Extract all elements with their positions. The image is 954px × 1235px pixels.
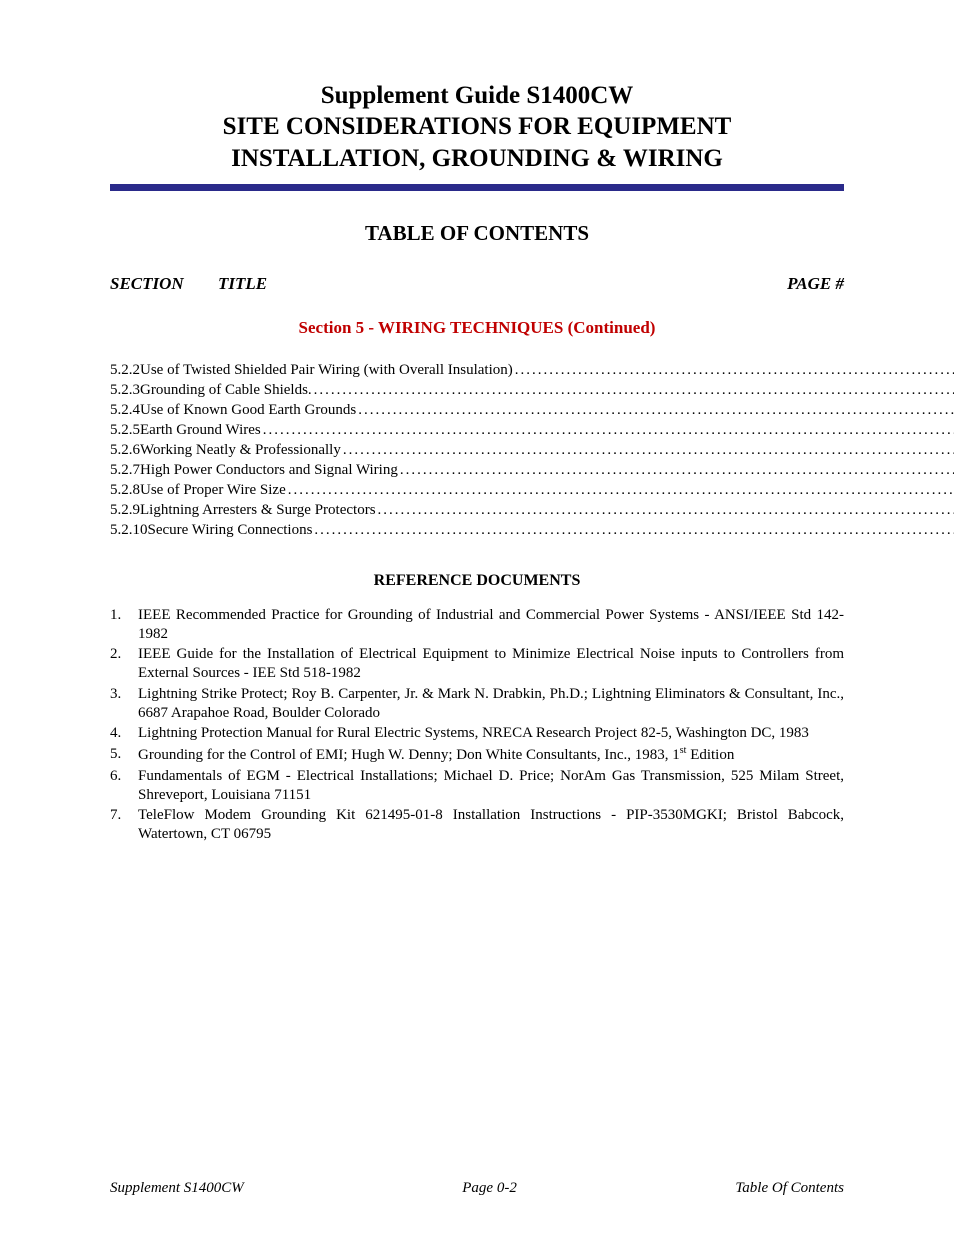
references-list: 1.IEEE Recommended Practice for Groundin…	[110, 606, 844, 846]
footer-center: Page 0-2	[462, 1180, 517, 1197]
reference-number: 7.	[110, 806, 138, 844]
toc-leader	[513, 362, 954, 379]
reference-text: TeleFlow Modem Grounding Kit 621495-01-8…	[138, 806, 844, 844]
toc-entry: Secure Wiring Connections5-5	[148, 522, 954, 539]
toc-row: 5.2.4Use of Known Good Earth Grounds5-3	[110, 402, 844, 419]
references-heading: REFERENCE DOCUMENTS	[110, 572, 844, 590]
toc-number: 5.2.6	[110, 442, 140, 459]
toc-label: Secure Wiring Connections	[148, 522, 313, 539]
toc-number: 5.2.8	[110, 482, 140, 499]
reference-number: 6.	[110, 767, 138, 805]
toc-entry: Earth Ground Wires5-3	[140, 422, 954, 439]
reference-item: 2.IEEE Guide for the Installation of Ele…	[110, 645, 844, 683]
reference-item: 5.Grounding for the Control of EMI; Hugh…	[110, 745, 844, 765]
toc-number: 5.2.4	[110, 402, 140, 419]
footer-left: Supplement S1400CW	[110, 1180, 244, 1197]
toc-row: 5.2.2Use of Twisted Shielded Pair Wiring…	[110, 362, 844, 379]
title-line-3: INSTALLATION, GROUNDING & WIRING	[110, 143, 844, 174]
toc-row: 5.2.8Use of Proper Wire Size 5-4	[110, 482, 844, 499]
toc-leader	[312, 382, 954, 399]
reference-item: 3.Lightning Strike Protect; Roy B. Carpe…	[110, 685, 844, 723]
toc-number: 5.2.10	[110, 522, 148, 539]
footer-right: Table Of Contents	[735, 1180, 844, 1197]
col-header-title: TITLE	[218, 274, 787, 294]
toc-row: 5.2.5Earth Ground Wires5-3	[110, 422, 844, 439]
toc-label: Use of Twisted Shielded Pair Wiring (wit…	[140, 362, 513, 379]
toc-row: 5.2.7High Power Conductors and Signal Wi…	[110, 462, 844, 479]
toc-row: 5.2.9Lightning Arresters & Surge Protect…	[110, 502, 844, 519]
toc-number: 5.2.9	[110, 502, 140, 519]
toc-entry: Use of Proper Wire Size 5-4	[140, 482, 954, 499]
horizontal-rule	[110, 184, 844, 191]
reference-number: 2.	[110, 645, 138, 683]
toc-leader	[341, 442, 954, 459]
title-line-1: Supplement Guide S1400CW	[110, 80, 844, 111]
toc-entry: Grounding of Cable Shields. 5-3	[140, 382, 954, 399]
toc-leader	[356, 402, 954, 419]
column-headers: SECTION TITLE PAGE #	[110, 274, 844, 294]
toc-entry: High Power Conductors and Signal Wiring5…	[140, 462, 954, 479]
title-line-2: SITE CONSIDERATIONS FOR EQUIPMENT	[110, 111, 844, 142]
toc-label: Earth Ground Wires	[140, 422, 261, 439]
reference-text-post: Edition	[686, 747, 734, 763]
toc-label: High Power Conductors and Signal Wiring	[140, 462, 398, 479]
toc-row: 5.2.3Grounding of Cable Shields. 5-3	[110, 382, 844, 399]
toc-list: 5.2.2Use of Twisted Shielded Pair Wiring…	[110, 362, 844, 542]
reference-number: 5.	[110, 745, 138, 765]
reference-number: 1.	[110, 606, 138, 644]
reference-item: 6.Fundamentals of EGM - Electrical Insta…	[110, 767, 844, 805]
toc-entry: Use of Known Good Earth Grounds5-3	[140, 402, 954, 419]
toc-entry: Use of Twisted Shielded Pair Wiring (wit…	[140, 362, 954, 379]
reference-text: Grounding for the Control of EMI; Hugh W…	[138, 745, 844, 765]
reference-text: IEEE Guide for the Installation of Elect…	[138, 645, 844, 683]
reference-text: IEEE Recommended Practice for Grounding …	[138, 606, 844, 644]
toc-label: Grounding of Cable Shields.	[140, 382, 312, 399]
toc-number: 5.2.3	[110, 382, 140, 399]
title-block: Supplement Guide S1400CW SITE CONSIDERAT…	[110, 80, 844, 174]
toc-leader	[398, 462, 954, 479]
toc-row: 5.2.6Working Neatly & Professionally5-3	[110, 442, 844, 459]
reference-number: 4.	[110, 724, 138, 743]
toc-leader	[376, 502, 954, 519]
toc-leader	[261, 422, 954, 439]
toc-leader	[312, 522, 954, 539]
col-header-section: SECTION	[110, 274, 218, 294]
document-page: Supplement Guide S1400CW SITE CONSIDERAT…	[0, 0, 954, 1235]
col-header-page: PAGE #	[787, 274, 844, 294]
reference-item: 1.IEEE Recommended Practice for Groundin…	[110, 606, 844, 644]
toc-heading: TABLE OF CONTENTS	[110, 221, 844, 246]
toc-number: 5.2.7	[110, 462, 140, 479]
reference-text: Fundamentals of EGM - Electrical Install…	[138, 767, 844, 805]
reference-item: 7.TeleFlow Modem Grounding Kit 621495-01…	[110, 806, 844, 844]
page-footer: Supplement S1400CW Page 0-2 Table Of Con…	[110, 1180, 844, 1197]
section-title: Section 5 - WIRING TECHNIQUES (Continued…	[110, 318, 844, 338]
toc-label: Lightning Arresters & Surge Protectors	[140, 502, 376, 519]
reference-item: 4.Lightning Protection Manual for Rural …	[110, 724, 844, 743]
toc-entry: Lightning Arresters & Surge Protectors5-…	[140, 502, 954, 519]
reference-number: 3.	[110, 685, 138, 723]
toc-label: Working Neatly & Professionally	[140, 442, 341, 459]
reference-text: Lightning Strike Protect; Roy B. Carpent…	[138, 685, 844, 723]
toc-label: Use of Proper Wire Size	[140, 482, 286, 499]
toc-entry: Working Neatly & Professionally5-3	[140, 442, 954, 459]
reference-text: Lightning Protection Manual for Rural El…	[138, 724, 844, 743]
toc-label: Use of Known Good Earth Grounds	[140, 402, 356, 419]
reference-text-pre: Grounding for the Control of EMI; Hugh W…	[138, 747, 680, 763]
toc-number: 5.2.2	[110, 362, 140, 379]
toc-row: 5.2.10Secure Wiring Connections5-5	[110, 522, 844, 539]
toc-number: 5.2.5	[110, 422, 140, 439]
toc-leader	[286, 482, 954, 499]
